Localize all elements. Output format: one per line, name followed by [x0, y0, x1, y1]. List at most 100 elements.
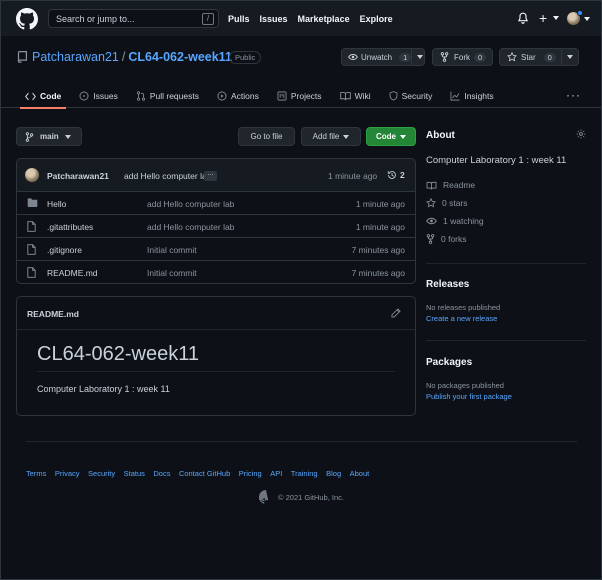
- file-name[interactable]: README.md: [47, 268, 98, 278]
- caret-down-icon[interactable]: [561, 49, 578, 65]
- graph-icon: [450, 91, 460, 101]
- nav-pulls[interactable]: Pulls: [228, 14, 250, 24]
- folder-icon: [27, 198, 38, 207]
- avatar[interactable]: [25, 168, 39, 182]
- tab-pull-requests[interactable]: Pull requests: [127, 84, 208, 108]
- file-name[interactable]: .gitattributes: [47, 222, 93, 232]
- about-stars-label: 0 stars: [442, 198, 468, 208]
- commit-time[interactable]: 1 minute ago: [328, 171, 377, 181]
- readme-heading: CL64-062-week11: [37, 343, 199, 365]
- pencil-icon[interactable]: [391, 308, 401, 318]
- fork-icon: [440, 52, 449, 62]
- unwatch-label: Unwatch: [361, 52, 393, 62]
- nav-explore[interactable]: Explore: [360, 14, 393, 24]
- caret-down-icon[interactable]: [584, 17, 590, 21]
- caret-down-icon[interactable]: [553, 16, 559, 20]
- tab-issues-label: Issues: [93, 91, 118, 101]
- star-label: Star: [521, 52, 536, 62]
- footer-link-about[interactable]: About: [350, 469, 370, 478]
- book-icon: [426, 181, 437, 189]
- search-input[interactable]: Search or jump to... /: [48, 9, 219, 28]
- caret-down-icon: [400, 134, 406, 139]
- repo-icon: [17, 51, 27, 63]
- caret-down-icon[interactable]: [411, 49, 428, 65]
- go-to-file-button[interactable]: Go to file: [238, 127, 295, 146]
- readme-panel: README.md CL64-062-week11 Computer Labor…: [16, 296, 416, 416]
- readme-filename[interactable]: README.md: [27, 309, 79, 319]
- tab-actions[interactable]: Actions: [208, 84, 268, 108]
- file-commit-message[interactable]: Initial commit: [147, 268, 197, 278]
- publish-package-link[interactable]: Publish your first package: [426, 392, 512, 401]
- repo-owner-link[interactable]: Patcharawan21: [32, 50, 119, 64]
- more-options-icon[interactable]: ···: [566, 88, 581, 102]
- add-file-button[interactable]: Add file: [301, 127, 361, 146]
- commit-message[interactable]: add Hello computer lab: [124, 171, 211, 181]
- commit-author[interactable]: Patcharawan21: [47, 171, 109, 181]
- about-forks[interactable]: 0 forks: [426, 234, 467, 244]
- commit-expand-button[interactable]: …: [204, 170, 217, 181]
- footer-link-status[interactable]: Status: [124, 469, 145, 478]
- footer-link-blog[interactable]: Blog: [326, 469, 341, 478]
- fork-icon: [426, 234, 435, 244]
- tab-security[interactable]: Security: [380, 84, 442, 108]
- sidebar-divider: [426, 263, 586, 264]
- tab-projects[interactable]: Projects: [268, 84, 331, 108]
- file-commit-time: 1 minute ago: [355, 222, 405, 232]
- pull-request-icon: [136, 91, 145, 101]
- code-icon: [25, 92, 36, 100]
- caret-down-icon: [64, 134, 71, 139]
- bell-icon[interactable]: [517, 12, 529, 24]
- history-icon: [387, 171, 396, 179]
- issue-icon: [79, 91, 89, 101]
- footer-link-training[interactable]: Training: [291, 469, 318, 478]
- about-forks-label: 0 forks: [441, 234, 467, 244]
- nav-marketplace[interactable]: Marketplace: [298, 14, 350, 24]
- code-label: Code: [376, 132, 396, 141]
- file-name[interactable]: Hello: [47, 199, 66, 209]
- about-watching[interactable]: 1 watching: [426, 216, 484, 226]
- footer-link-contact[interactable]: Contact GitHub: [179, 469, 230, 478]
- releases-empty: No releases published: [426, 303, 501, 312]
- fork-label: Fork: [454, 52, 470, 62]
- footer-links: Terms Privacy Security Status Docs Conta…: [26, 469, 369, 478]
- packages-empty: No packages published: [426, 381, 504, 390]
- gear-icon[interactable]: [576, 129, 586, 139]
- branch-select-button[interactable]: main: [16, 127, 82, 146]
- global-nav: Pulls Issues Marketplace Explore: [228, 14, 393, 24]
- packages-title[interactable]: Packages: [426, 357, 472, 368]
- file-row: README.md Initial commit 7 minutes ago: [17, 261, 415, 283]
- create-release-link[interactable]: Create a new release: [426, 314, 497, 323]
- readme-body: Computer Laboratory 1 : week 11: [37, 384, 170, 394]
- github-mark-icon[interactable]: [259, 490, 273, 504]
- tab-code[interactable]: Code: [16, 84, 70, 109]
- footer-link-api[interactable]: API: [270, 469, 282, 478]
- footer-link-pricing[interactable]: Pricing: [239, 469, 262, 478]
- commit-history-link[interactable]: 2: [387, 170, 405, 180]
- about-readme[interactable]: Readme: [426, 180, 475, 190]
- footer-link-docs[interactable]: Docs: [153, 469, 170, 478]
- file-commit-message[interactable]: Initial commit: [147, 245, 197, 255]
- file-commit-time: 1 minute ago: [355, 199, 405, 209]
- plus-icon[interactable]: +: [539, 10, 547, 26]
- repo-name-link[interactable]: CL64-062-week11: [128, 50, 232, 64]
- tab-insights[interactable]: Insights: [441, 84, 502, 108]
- star-button[interactable]: Star 0: [499, 48, 579, 66]
- file-commit-message[interactable]: add Hello computer lab: [147, 222, 234, 232]
- code-button[interactable]: Code: [366, 127, 416, 146]
- nav-issues[interactable]: Issues: [260, 14, 288, 24]
- about-watching-label: 1 watching: [443, 216, 484, 226]
- unwatch-button[interactable]: Unwatch 1: [341, 48, 425, 66]
- file-commit-message[interactable]: add Hello computer lab: [147, 199, 234, 209]
- releases-title[interactable]: Releases: [426, 279, 469, 290]
- tab-wiki[interactable]: Wiki: [331, 84, 380, 108]
- tab-issues[interactable]: Issues: [70, 84, 127, 108]
- footer-link-privacy[interactable]: Privacy: [55, 469, 80, 478]
- about-stars[interactable]: 0 stars: [426, 198, 468, 208]
- fork-button[interactable]: Fork 0: [432, 48, 493, 66]
- footer-link-security[interactable]: Security: [88, 469, 115, 478]
- tab-pull-requests-label: Pull requests: [149, 91, 199, 101]
- github-logo-icon[interactable]: [16, 8, 38, 30]
- footer-link-terms[interactable]: Terms: [26, 469, 46, 478]
- fork-count: 0: [474, 52, 487, 62]
- file-name[interactable]: .gitignore: [47, 245, 82, 255]
